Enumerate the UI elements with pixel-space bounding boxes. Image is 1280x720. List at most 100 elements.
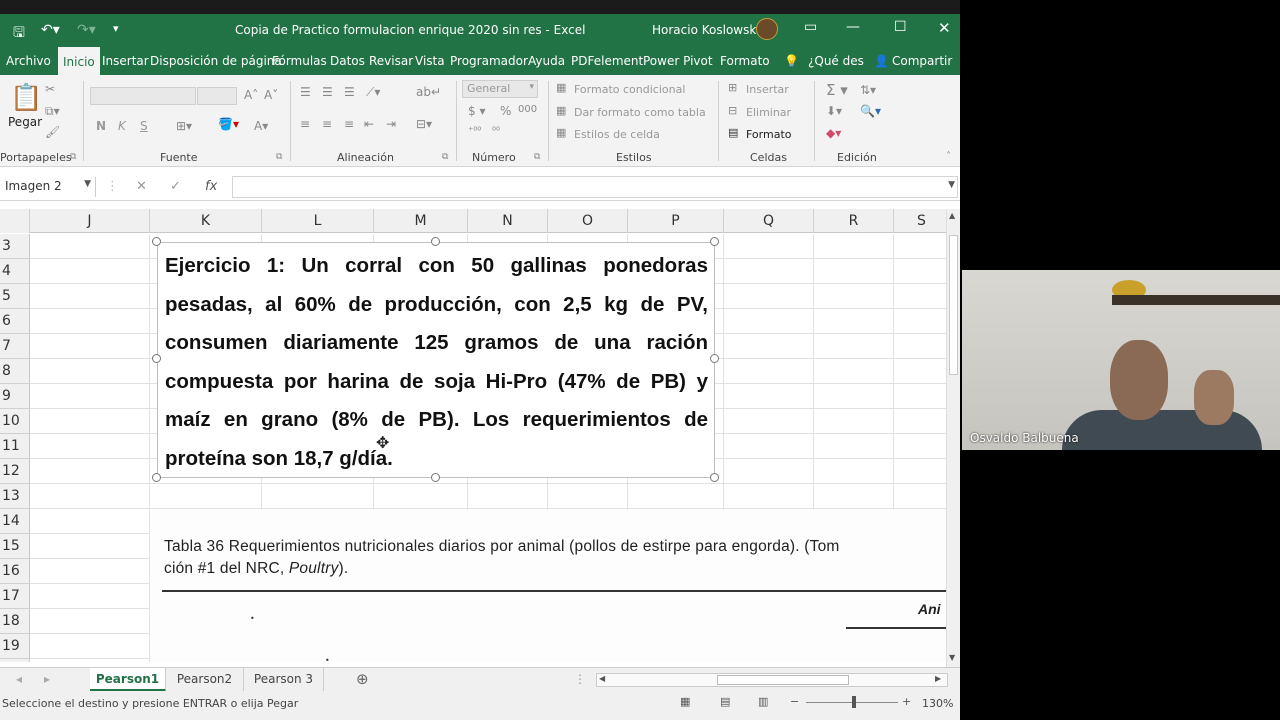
column-header[interactable]: P xyxy=(628,209,724,233)
row-header[interactable]: 7 xyxy=(0,334,30,359)
row-header[interactable]: 12 xyxy=(0,459,30,484)
row-header[interactable]: 17 xyxy=(0,584,30,609)
conditional-format-button[interactable]: Formato condicional xyxy=(574,83,685,96)
new-sheet-icon[interactable]: ⊕ xyxy=(356,670,369,688)
cut-icon[interactable]: ✂ xyxy=(45,82,55,96)
collapse-ribbon-icon[interactable]: ˄ xyxy=(946,151,951,162)
borders-icon[interactable]: ⊞▾ xyxy=(176,119,192,133)
column-header[interactable]: R xyxy=(814,209,894,233)
minimize-icon[interactable]: — xyxy=(846,19,860,35)
row-header[interactable]: 10 xyxy=(0,409,30,434)
number-format-box[interactable]: General ▾ xyxy=(462,80,538,98)
orientation-icon[interactable]: ⟋▾ xyxy=(366,85,380,100)
horizontal-scrollbar[interactable]: ◀ ▶ xyxy=(596,673,948,687)
insert-cells-button[interactable]: Insertar xyxy=(746,83,789,96)
save-icon[interactable]: 🖫 xyxy=(13,22,25,46)
sheet-tab-pearson2[interactable]: Pearson2 xyxy=(166,668,244,692)
increase-indent-icon[interactable]: ⇥ xyxy=(386,117,396,131)
launcher-icon[interactable]: ⧉ xyxy=(534,152,540,162)
scroll-right-icon[interactable]: ▶ xyxy=(935,674,941,683)
fill-color-icon[interactable]: 🪣▾ xyxy=(218,117,239,131)
name-box[interactable]: Imagen 2 ▼ xyxy=(0,177,96,197)
percent-icon[interactable]: % xyxy=(500,104,511,118)
autosum-icon[interactable]: Σ ▾ xyxy=(826,81,848,99)
column-header[interactable]: O xyxy=(548,209,628,233)
column-header[interactable]: S xyxy=(894,209,950,233)
merge-center-icon[interactable]: ⊟▾ xyxy=(416,117,432,131)
align-center-icon[interactable]: ≡ xyxy=(322,117,332,131)
row-header[interactable]: 8 xyxy=(0,359,30,384)
tab-inicio[interactable]: Inicio xyxy=(58,46,100,75)
align-bottom-icon[interactable]: ☰ xyxy=(344,85,355,99)
share-icon[interactable]: 👤 xyxy=(874,54,889,68)
resize-handle[interactable] xyxy=(710,237,719,246)
column-header[interactable]: J xyxy=(30,209,150,233)
sheet-tab-pearson3[interactable]: Pearson 3 xyxy=(244,668,324,692)
tab-disposicion[interactable]: Disposición de página xyxy=(150,54,282,68)
prev-sheet-icon[interactable]: ◂ xyxy=(16,672,22,686)
tab-power-pivot[interactable]: Power Pivot xyxy=(643,54,713,68)
row-header[interactable]: 14 xyxy=(0,509,30,534)
format-painter-icon[interactable]: 🖌 xyxy=(45,125,60,139)
sort-filter-icon[interactable]: ⇅▾ xyxy=(860,83,876,97)
resize-handle[interactable] xyxy=(431,473,440,482)
find-select-icon[interactable]: 🔍▾ xyxy=(860,104,881,118)
tab-formato[interactable]: Formato xyxy=(720,54,770,68)
row-header[interactable]: 16 xyxy=(0,559,30,584)
align-middle-icon[interactable]: ☰ xyxy=(322,85,333,99)
wrap-text-icon[interactable]: ab↵ xyxy=(416,85,441,99)
row-header[interactable]: 13 xyxy=(0,484,30,509)
redo-icon[interactable]: ↷▾ xyxy=(77,22,96,38)
column-header[interactable]: K xyxy=(150,209,262,233)
currency-icon[interactable]: $ ▾ xyxy=(468,104,485,118)
scroll-up-icon[interactable]: ▲ xyxy=(949,211,955,220)
sheet-tab-pearson1[interactable]: Pearson1 xyxy=(90,668,166,692)
row-header[interactable]: 4 xyxy=(0,259,30,284)
vertical-scrollbar[interactable]: ▲ ▼ xyxy=(946,209,960,667)
page-layout-icon[interactable]: ▤ xyxy=(720,695,730,708)
tab-ayuda[interactable]: Ayuda xyxy=(528,54,565,68)
maximize-icon[interactable]: ☐ xyxy=(894,19,907,35)
scroll-down-icon[interactable]: ▼ xyxy=(949,653,955,662)
italic-button[interactable]: K xyxy=(118,119,126,133)
decrease-indent-icon[interactable]: ⇤ xyxy=(364,117,374,131)
column-header[interactable]: M xyxy=(374,209,468,233)
resize-handle[interactable] xyxy=(431,237,440,246)
column-header[interactable]: Q xyxy=(724,209,814,233)
decrease-font-icon[interactable]: A˅ xyxy=(264,88,278,102)
paste-icon[interactable]: 📋 xyxy=(10,83,42,113)
chevron-down-icon[interactable]: ▼ xyxy=(84,179,91,189)
font-color-icon[interactable]: A▾ xyxy=(254,119,268,133)
column-header[interactable]: N xyxy=(468,209,548,233)
copy-icon[interactable]: ⧉▾ xyxy=(45,104,60,119)
insert-function-icon[interactable]: fx xyxy=(205,179,217,194)
tell-me-search[interactable]: ¿Qué des xyxy=(808,54,864,68)
tab-splitter-icon[interactable]: ⋮ xyxy=(574,672,586,686)
next-sheet-icon[interactable]: ▸ xyxy=(44,672,50,686)
launcher-icon[interactable]: ⧉ xyxy=(70,152,76,162)
customize-quick-access-icon[interactable]: ▾ xyxy=(113,22,119,35)
align-left-icon[interactable]: ≡ xyxy=(300,117,310,131)
launcher-icon[interactable]: ⧉ xyxy=(442,152,448,162)
row-header[interactable]: 11 xyxy=(0,434,30,459)
clear-icon[interactable]: ◆▾ xyxy=(826,126,841,140)
formula-input[interactable]: ▼ xyxy=(232,176,958,198)
zoom-out-icon[interactable]: − xyxy=(790,695,799,708)
paste-button[interactable]: Pegar xyxy=(8,115,42,129)
tab-formulas[interactable]: Fórmulas xyxy=(272,54,327,68)
decrease-decimal-icon[interactable]: ⁰⁰ xyxy=(492,126,500,137)
exercise-text-image[interactable]: Ejercicio 1: Un corral con 50 gallinas p… xyxy=(157,242,715,478)
ribbon-display-options-icon[interactable]: ▭ xyxy=(804,19,817,35)
zoom-slider-thumb[interactable] xyxy=(852,696,856,708)
fill-icon[interactable]: ⬇▾ xyxy=(826,104,842,118)
tab-insertar[interactable]: Insertar xyxy=(102,54,149,68)
tab-revisar[interactable]: Revisar xyxy=(369,54,413,68)
zoom-level[interactable]: 130% xyxy=(922,697,953,710)
resize-handle[interactable] xyxy=(152,354,161,363)
increase-decimal-icon[interactable]: ⁺⁰⁰ xyxy=(468,126,481,137)
font-size-box[interactable] xyxy=(197,87,237,105)
row-header[interactable]: 9 xyxy=(0,384,30,409)
scroll-thumb[interactable] xyxy=(717,675,849,685)
expand-formula-icon[interactable]: ▼ xyxy=(948,180,955,190)
user-avatar[interactable] xyxy=(756,18,778,40)
